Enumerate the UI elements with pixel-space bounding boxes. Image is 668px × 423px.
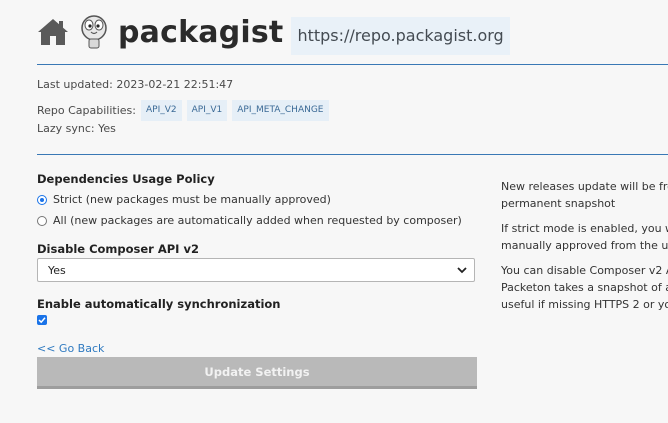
site-title[interactable]: packagist <box>118 15 283 50</box>
capability-badge: API_V1 <box>186 100 228 121</box>
home-icon[interactable] <box>37 17 69 47</box>
help-line: manually approved from the use <box>501 239 668 252</box>
help-paragraph-1: New releases update will be froz permane… <box>501 178 668 212</box>
section-divider <box>37 154 668 155</box>
api-v2-selected-value: Yes <box>48 263 66 277</box>
help-line: useful if missing HTTPS 2 or your <box>501 298 668 311</box>
capability-badge: API_V2 <box>141 100 182 121</box>
help-paragraph-2: If strict mode is enabled, you wil manua… <box>501 220 668 254</box>
sync-label: Enable automatically synchronization <box>37 297 281 311</box>
help-paragraph-3: You can disable Composer v2 AP Packeton … <box>501 262 668 313</box>
capability-badge: API_META_CHANGE <box>232 100 329 121</box>
update-settings-button[interactable]: Update Settings <box>37 357 477 389</box>
help-line: New releases update will be froz <box>501 180 668 193</box>
capabilities-label: Repo Capabilities: <box>37 104 136 117</box>
policy-option-strict[interactable]: Strict (new packages must be manually ap… <box>37 193 331 206</box>
api-v2-label: Disable Composer API v2 <box>37 242 199 256</box>
repo-url: https://repo.packagist.org <box>291 17 510 55</box>
api-v2-select[interactable]: Yes <box>37 258 475 282</box>
policy-label: Dependencies Usage Policy <box>37 172 215 186</box>
header-divider <box>37 64 668 65</box>
help-line: Packeton takes a snapshot of all <box>501 281 668 294</box>
all-radio[interactable] <box>37 215 47 226</box>
all-radio-label: All (new packages are automatically adde… <box>53 214 462 227</box>
sync-checkbox[interactable] <box>37 315 47 325</box>
header: packagist https://repo.packagist.org <box>37 10 510 55</box>
go-back-link[interactable]: << Go Back <box>37 342 104 355</box>
packagist-logo-icon <box>80 14 108 50</box>
policy-option-all[interactable]: All (new packages are automatically adde… <box>37 214 462 227</box>
repo-capabilities: Repo Capabilities: API_V2 API_V1 API_MET… <box>37 100 329 121</box>
help-line: If strict mode is enabled, you wil <box>501 222 668 235</box>
lazy-sync: Lazy sync: Yes <box>37 122 116 135</box>
help-line: permanent snapshot <box>501 197 616 210</box>
last-updated: Last updated: 2023-02-21 22:51:47 <box>37 78 234 91</box>
chevron-down-icon <box>456 264 468 276</box>
strict-radio-label: Strict (new packages must be manually ap… <box>53 193 331 206</box>
help-line: You can disable Composer v2 AP <box>501 264 668 277</box>
settings-page: packagist https://repo.packagist.org Las… <box>0 0 668 423</box>
strict-radio[interactable] <box>37 194 47 205</box>
